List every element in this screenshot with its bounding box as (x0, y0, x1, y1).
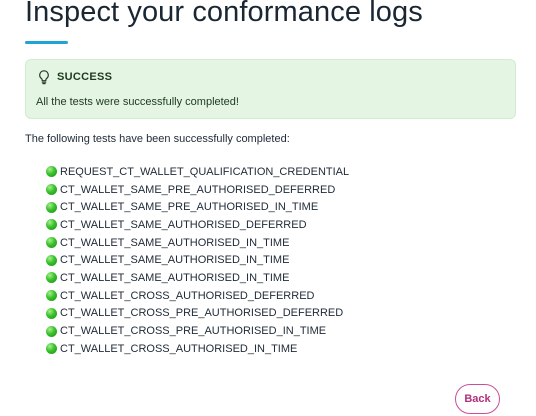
test-list-item: CT_WALLET_SAME_AUTHORISED_IN_TIME (46, 269, 349, 287)
success-status-icon (46, 254, 57, 266)
title-underline (25, 41, 68, 44)
success-status-icon (46, 307, 57, 319)
success-status-icon (46, 272, 57, 284)
success-status-icon (46, 184, 57, 196)
test-name: CT_WALLET_SAME_AUTHORISED_IN_TIME (60, 271, 290, 284)
test-list-item: CT_WALLET_CROSS_PRE_AUTHORISED_IN_TIME (46, 322, 349, 340)
test-name: CT_WALLET_SAME_AUTHORISED_IN_TIME (60, 254, 290, 267)
test-name: CT_WALLET_CROSS_AUTHORISED_IN_TIME (60, 342, 298, 355)
test-list-item: CT_WALLET_SAME_AUTHORISED_IN_TIME (46, 234, 349, 252)
page-title: Inspect your conformance logs (25, 0, 423, 28)
lightbulb-icon (39, 70, 49, 85)
test-name: CT_WALLET_SAME_PRE_AUTHORISED_IN_TIME (60, 201, 319, 214)
success-status-icon (46, 325, 57, 337)
test-name: CT_WALLET_CROSS_AUTHORISED_DEFERRED (60, 289, 315, 302)
conformance-logs-page: Inspect your conformance logs SUCCESS Al… (0, 0, 536, 416)
test-name: CT_WALLET_SAME_AUTHORISED_DEFERRED (60, 218, 307, 231)
test-name: REQUEST_CT_WALLET_QUALIFICATION_CREDENTI… (60, 165, 350, 178)
test-list-item: CT_WALLET_SAME_AUTHORISED_IN_TIME (46, 251, 349, 269)
test-list-item: CT_WALLET_SAME_PRE_AUTHORISED_DEFERRED (46, 181, 349, 199)
test-list-item: CT_WALLET_SAME_AUTHORISED_DEFERRED (46, 216, 349, 234)
test-name: CT_WALLET_SAME_AUTHORISED_IN_TIME (60, 236, 290, 249)
back-button[interactable]: Back (455, 384, 500, 414)
success-status-icon (46, 290, 57, 302)
success-status-icon (46, 237, 57, 249)
success-status-icon (46, 166, 57, 178)
success-status-icon (46, 201, 57, 213)
test-list-item: CT_WALLET_SAME_PRE_AUTHORISED_IN_TIME (46, 198, 349, 216)
alert-title: SUCCESS (57, 71, 113, 83)
test-list-item: REQUEST_CT_WALLET_QUALIFICATION_CREDENTI… (46, 163, 349, 181)
test-list: REQUEST_CT_WALLET_QUALIFICATION_CREDENTI… (46, 163, 349, 358)
alert-message: All the tests were successfully complete… (36, 96, 239, 108)
success-status-icon (46, 219, 57, 231)
test-name: CT_WALLET_CROSS_PRE_AUTHORISED_DEFERRED (60, 307, 344, 320)
success-alert: SUCCESS All the tests were successfully … (25, 59, 516, 119)
success-status-icon (46, 343, 57, 355)
test-list-item: CT_WALLET_CROSS_AUTHORISED_DEFERRED (46, 287, 349, 305)
alert-header: SUCCESS (36, 69, 112, 85)
test-list-item: CT_WALLET_CROSS_AUTHORISED_IN_TIME (46, 340, 349, 358)
intro-text: The following tests have been successful… (25, 133, 290, 145)
test-name: CT_WALLET_SAME_PRE_AUTHORISED_DEFERRED (60, 183, 336, 196)
test-list-item: CT_WALLET_CROSS_PRE_AUTHORISED_DEFERRED (46, 305, 349, 323)
test-name: CT_WALLET_CROSS_PRE_AUTHORISED_IN_TIME (60, 325, 327, 338)
